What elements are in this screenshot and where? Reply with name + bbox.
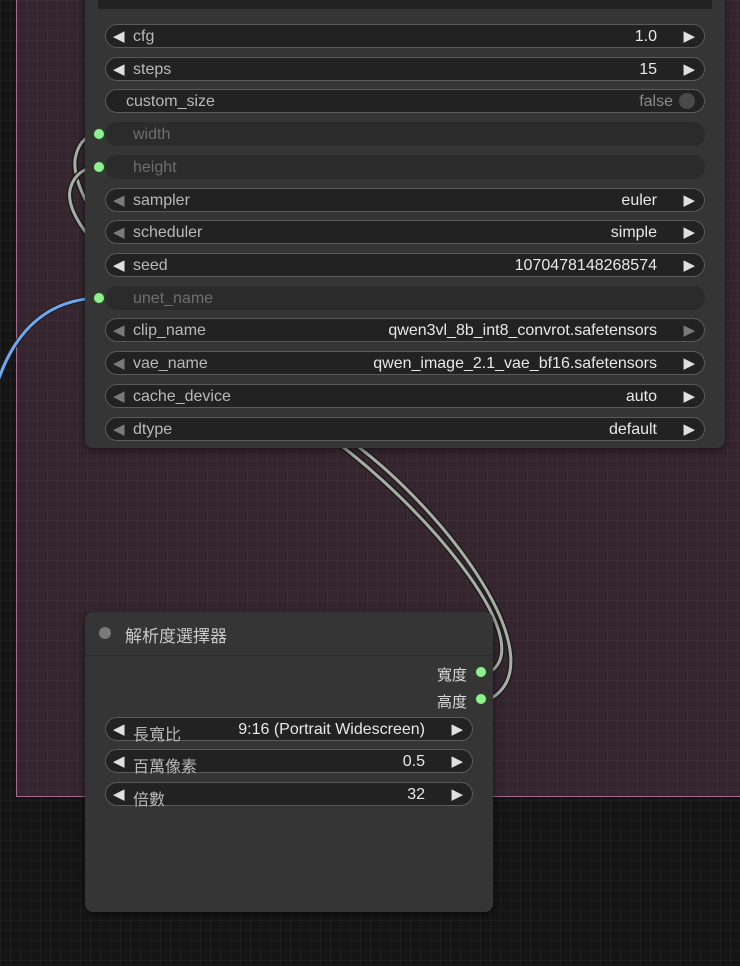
triangle-right-icon[interactable]: ▶ bbox=[683, 223, 695, 241]
widget-label: 倍數 bbox=[133, 792, 166, 809]
triangle-right-icon[interactable]: ▶ bbox=[683, 191, 695, 209]
widget-value: simple bbox=[610, 224, 657, 241]
input-label: unet_name bbox=[133, 290, 214, 307]
triangle-left-icon[interactable]: ◀ bbox=[113, 720, 125, 738]
node-collapse-dot-icon[interactable] bbox=[99, 627, 111, 639]
widget-value: auto bbox=[625, 388, 657, 405]
triangle-right-icon[interactable]: ▶ bbox=[683, 420, 695, 438]
widget-label: cfg bbox=[133, 28, 155, 45]
triangle-left-icon[interactable]: ◀ bbox=[113, 27, 125, 45]
widget-value: 1070478148268574 bbox=[514, 257, 657, 274]
widget-vae-name[interactable]: ◀ vae_name qwen_image_2.1_vae_bf16.safeten… bbox=[105, 351, 705, 375]
input-slot-dot-icon[interactable] bbox=[94, 162, 104, 172]
triangle-right-icon[interactable]: ▶ bbox=[451, 720, 463, 738]
triangle-left-icon[interactable]: ◀ bbox=[113, 256, 125, 274]
title-divider bbox=[85, 655, 493, 656]
triangle-right-icon[interactable]: ▶ bbox=[451, 785, 463, 803]
widget-dtype[interactable]: ◀ dtype default ▶ bbox=[105, 417, 705, 441]
widget-unet-name: unet_name bbox=[105, 286, 705, 310]
triangle-right-icon[interactable]: ▶ bbox=[683, 321, 695, 339]
widget-value: 15 bbox=[639, 61, 657, 78]
input-slot-dot-icon[interactable] bbox=[94, 293, 104, 303]
triangle-left-icon[interactable]: ◀ bbox=[113, 752, 125, 770]
triangle-left-icon[interactable]: ◀ bbox=[113, 321, 125, 339]
widget-value: qwen_image_2.1_vae_bf16.safetensors bbox=[373, 355, 657, 372]
widget-height: height bbox=[105, 155, 705, 179]
input-label: width bbox=[133, 126, 171, 143]
triangle-left-icon[interactable]: ◀ bbox=[113, 387, 125, 405]
triangle-right-icon[interactable]: ▶ bbox=[683, 60, 695, 78]
widget-label: custom_size bbox=[126, 93, 215, 110]
triangle-left-icon[interactable]: ◀ bbox=[113, 60, 125, 78]
widget-value: euler bbox=[621, 192, 657, 209]
triangle-left-icon[interactable]: ◀ bbox=[113, 191, 125, 209]
triangle-left-icon[interactable]: ◀ bbox=[113, 420, 125, 438]
widget-label: 長寬比 bbox=[133, 727, 182, 744]
widget-value: 1.0 bbox=[634, 28, 657, 45]
widget-cache-device[interactable]: ◀ cache_device auto ▶ bbox=[105, 384, 705, 408]
widget-custom-size[interactable]: custom_size false bbox=[105, 89, 705, 113]
widget-label: cache_device bbox=[133, 388, 231, 405]
widget-steps[interactable]: ◀ steps 15 ▶ bbox=[105, 57, 705, 81]
widget-value: 0.5 bbox=[402, 753, 425, 770]
triangle-left-icon[interactable]: ◀ bbox=[113, 354, 125, 372]
widget--[interactable]: ◀ 倍數 32 ▶ bbox=[105, 782, 473, 809]
widget-label: 百萬像素 bbox=[133, 759, 198, 776]
output-label-height: 高度 bbox=[436, 694, 467, 711]
triangle-left-icon[interactable]: ◀ bbox=[113, 785, 125, 803]
widget--[interactable]: ◀ 百萬像素 0.5 ▶ bbox=[105, 749, 473, 776]
triangle-left-icon[interactable]: ◀ bbox=[113, 223, 125, 241]
triangle-right-icon[interactable]: ▶ bbox=[683, 354, 695, 372]
widget-label: vae_name bbox=[133, 355, 208, 372]
widget-value: qwen3vl_8b_int8_convrot.safetensors bbox=[388, 322, 657, 339]
widget-seed[interactable]: ◀ seed 1070478148268574 ▶ bbox=[105, 253, 705, 277]
node-header-strip bbox=[98, 0, 712, 9]
widget-value: 32 bbox=[407, 786, 425, 803]
triangle-right-icon[interactable]: ▶ bbox=[683, 256, 695, 274]
output-slot-width-icon[interactable] bbox=[476, 667, 486, 677]
widget-width: width bbox=[105, 122, 705, 146]
output-slot-height-icon[interactable] bbox=[476, 694, 486, 704]
widget-value: false bbox=[639, 93, 673, 110]
node-title: 解析度選擇器 bbox=[125, 627, 227, 646]
widget-value: default bbox=[608, 421, 657, 438]
widget-sampler[interactable]: ◀ sampler euler ▶ bbox=[105, 188, 705, 212]
widget-label: clip_name bbox=[133, 322, 206, 339]
widget-label: dtype bbox=[133, 421, 173, 438]
toggle-switch-icon[interactable] bbox=[679, 93, 695, 109]
widget-label: scheduler bbox=[133, 224, 203, 241]
widget-value: 9:16 (Portrait Widescreen) bbox=[238, 721, 425, 738]
widget-label: steps bbox=[133, 61, 172, 78]
triangle-right-icon[interactable]: ▶ bbox=[683, 27, 695, 45]
widget-clip-name[interactable]: ◀ clip_name qwen3vl_8b_int8_convrot.safete… bbox=[105, 318, 705, 342]
widget-label: seed bbox=[133, 257, 168, 274]
widget-scheduler[interactable]: ◀ scheduler simple ▶ bbox=[105, 220, 705, 244]
widget-label: sampler bbox=[133, 192, 190, 209]
triangle-right-icon[interactable]: ▶ bbox=[451, 752, 463, 770]
input-slot-dot-icon[interactable] bbox=[94, 129, 104, 139]
widget--[interactable]: ◀ 長寬比 9:16 (Portrait Widescreen) ▶ bbox=[105, 717, 473, 744]
widget-cfg[interactable]: ◀ cfg 1.0 ▶ bbox=[105, 24, 705, 48]
triangle-right-icon[interactable]: ▶ bbox=[683, 387, 695, 405]
output-label-width: 寬度 bbox=[436, 667, 467, 684]
input-label: height bbox=[133, 159, 177, 176]
